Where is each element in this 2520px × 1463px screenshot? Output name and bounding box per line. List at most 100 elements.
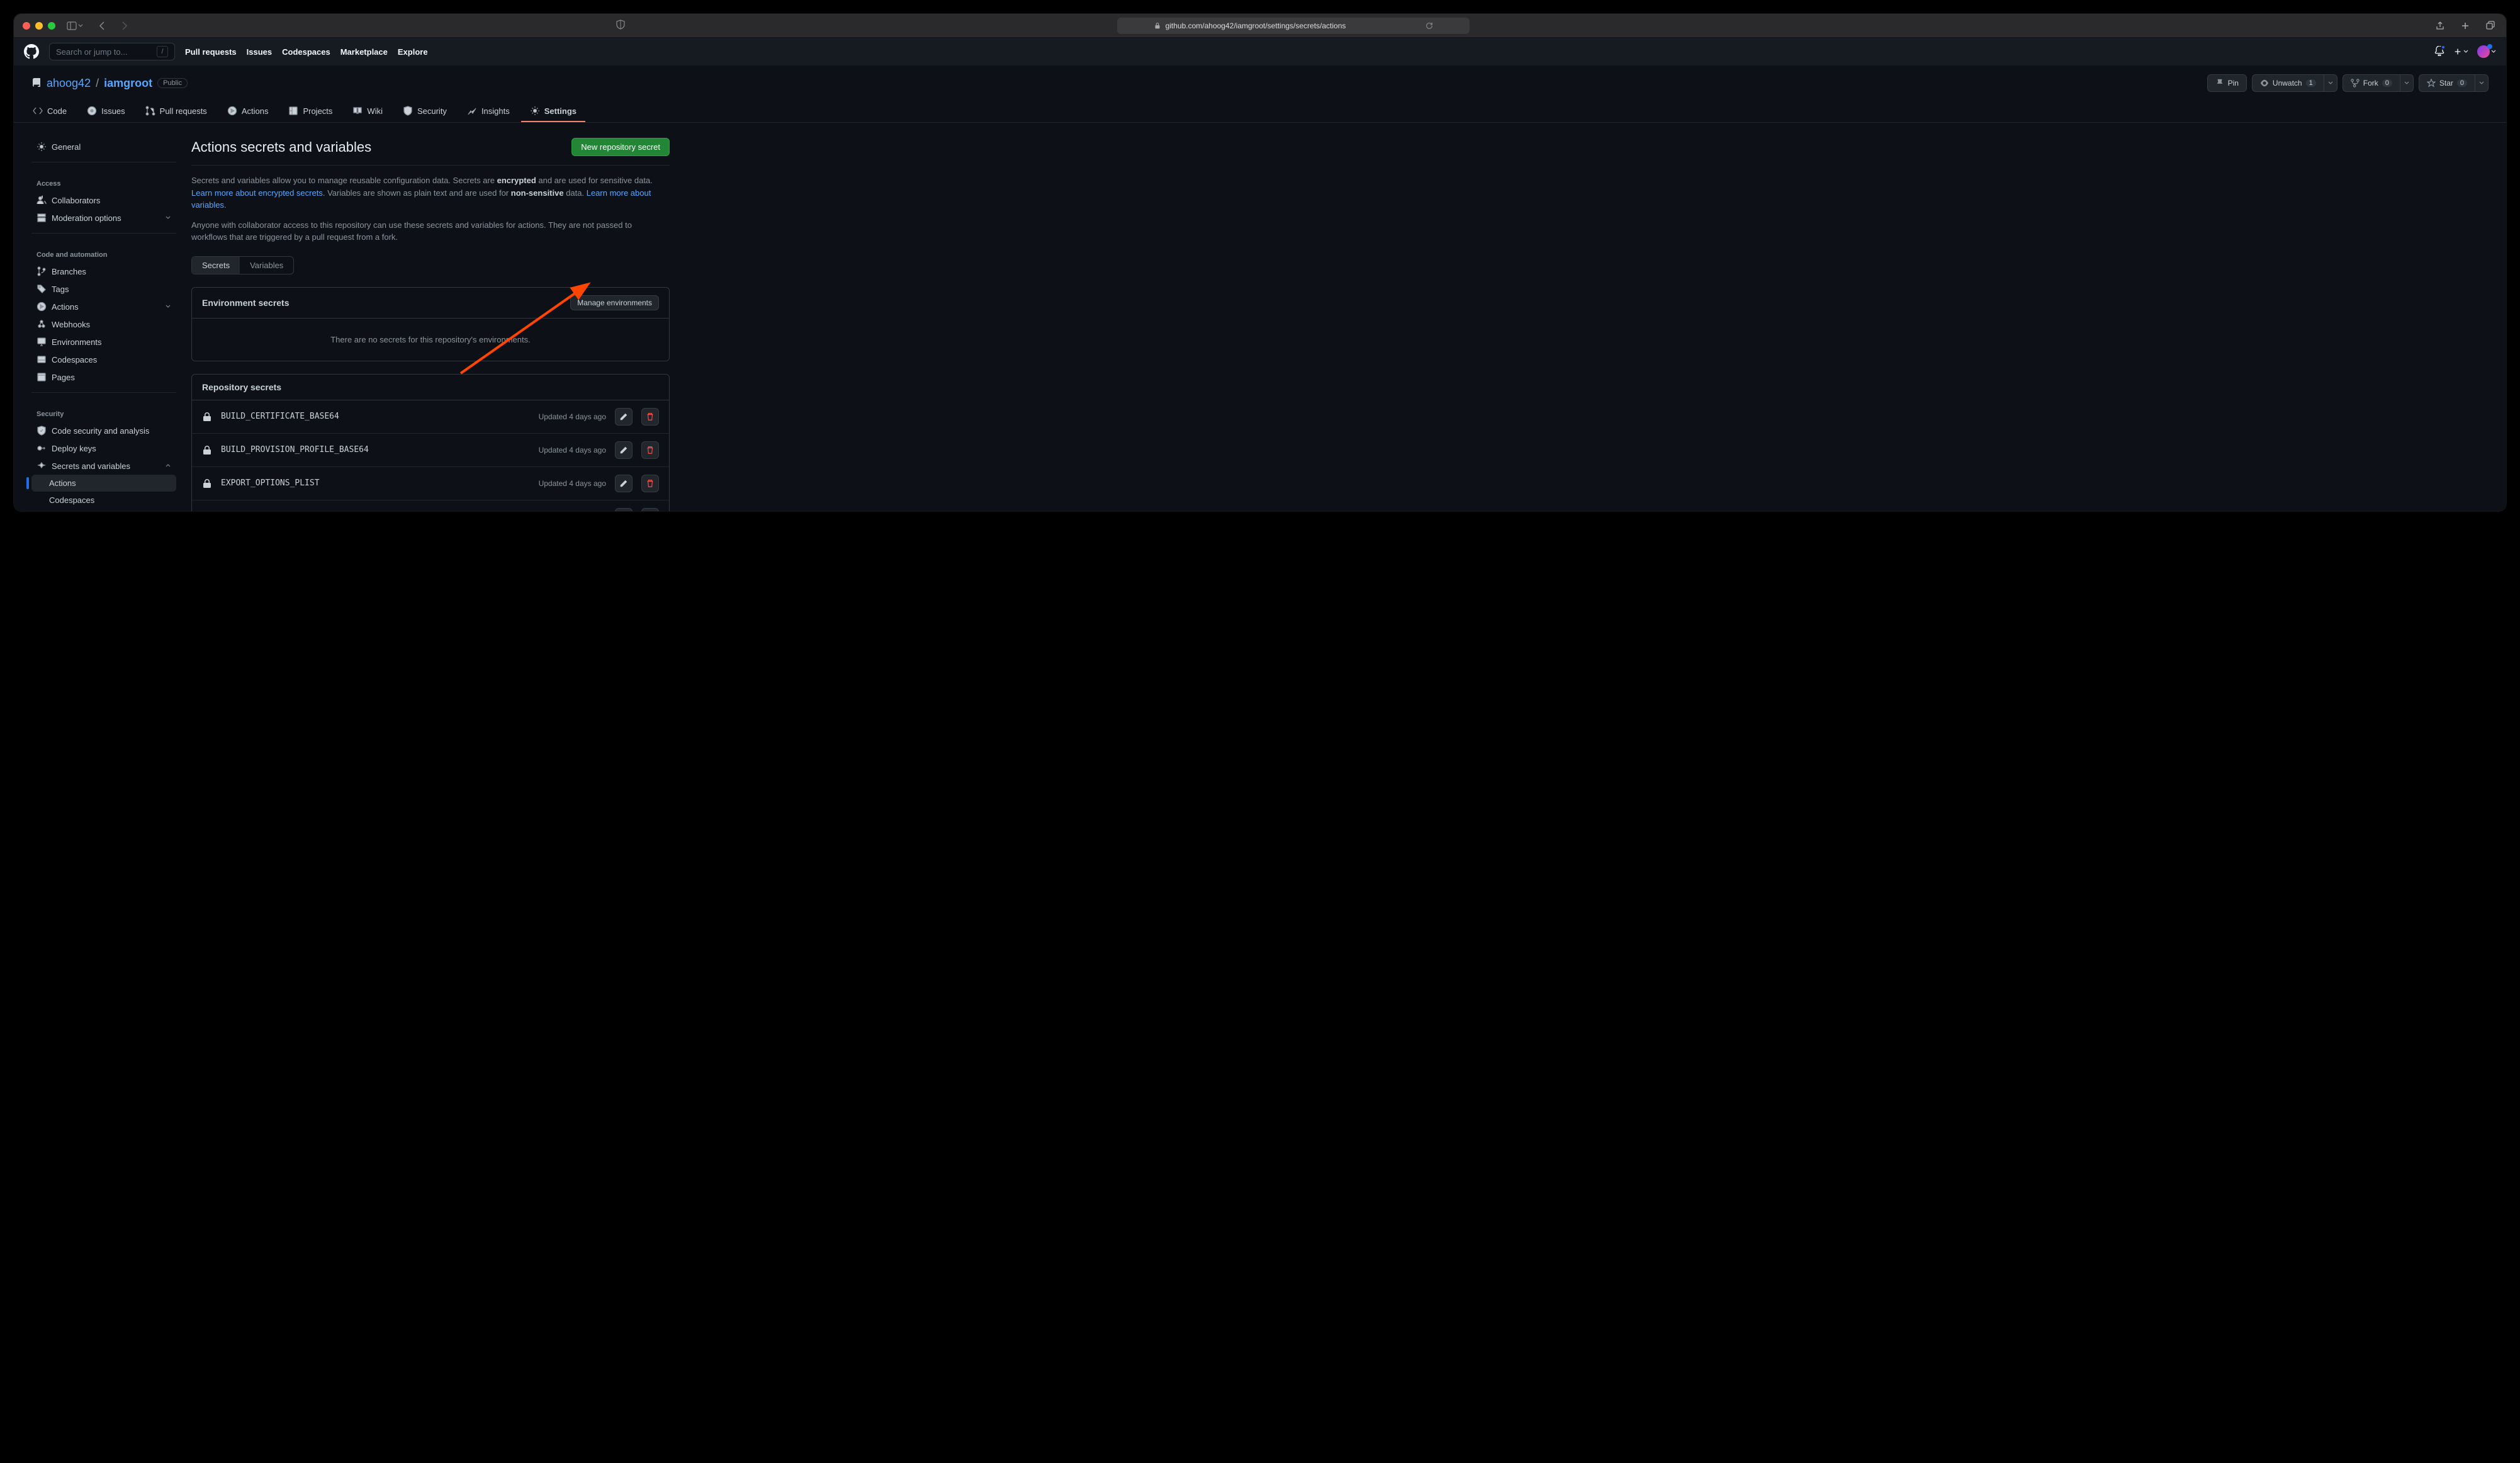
page-title: Actions secrets and variables bbox=[191, 139, 371, 155]
tab-variables[interactable]: Variables bbox=[240, 257, 293, 274]
intro-paragraph-1: Secrets and variables allow you to manag… bbox=[191, 174, 670, 212]
delete-secret-button[interactable] bbox=[641, 475, 659, 492]
lock-icon bbox=[202, 412, 212, 422]
tab-settings[interactable]: Settings bbox=[521, 101, 585, 122]
edit-secret-button[interactable] bbox=[615, 441, 633, 459]
tab-projects[interactable]: Projects bbox=[279, 101, 341, 122]
browser-window: github.com/ahoog42/iamgroot/settings/sec… bbox=[14, 14, 2506, 511]
sidebar-sv-dependabot[interactable]: Dependabot bbox=[31, 509, 176, 511]
nav-explore[interactable]: Explore bbox=[398, 47, 428, 57]
repo-tabs: Code Issues Pull requests Actions Projec… bbox=[14, 98, 2506, 123]
privacy-shield-icon[interactable] bbox=[616, 20, 626, 31]
sidebar-tags[interactable]: Tags bbox=[31, 280, 176, 298]
watch-menu[interactable] bbox=[2324, 74, 2337, 92]
edit-secret-button[interactable] bbox=[615, 508, 633, 512]
minimize-window[interactable] bbox=[35, 22, 43, 30]
sidebar-moderation[interactable]: Moderation options bbox=[31, 209, 176, 227]
new-tab-icon[interactable] bbox=[2458, 19, 2472, 33]
sidebar-actions[interactable]: Actions bbox=[31, 298, 176, 315]
sidebar-toggle[interactable] bbox=[67, 21, 83, 31]
star-button[interactable]: Star0 bbox=[2419, 74, 2475, 92]
traffic-lights bbox=[23, 22, 55, 30]
pin-button[interactable]: Pin bbox=[2207, 74, 2247, 92]
sidebar-heading-security: Security bbox=[31, 399, 176, 422]
fork-menu[interactable] bbox=[2400, 74, 2414, 92]
new-repository-secret-button[interactable]: New repository secret bbox=[571, 138, 670, 156]
tab-wiki[interactable]: Wiki bbox=[344, 101, 391, 122]
repo-header: ahoog42 / iamgroot Public Pin Unwatch1 F… bbox=[14, 65, 2506, 92]
main-content: Actions secrets and variables New reposi… bbox=[191, 138, 670, 511]
tab-issues[interactable]: Issues bbox=[78, 101, 134, 122]
create-menu[interactable] bbox=[2453, 47, 2468, 56]
sidebar-webhooks[interactable]: Webhooks bbox=[31, 315, 176, 333]
github-header: Search or jump to... / Pull requests Iss… bbox=[14, 38, 2506, 65]
sidebar-sv-codespaces[interactable]: Codespaces bbox=[31, 492, 176, 509]
sidebar-secrets-variables[interactable]: Secrets and variables bbox=[31, 457, 176, 475]
settings-sidebar: General Access Collaborators Moderation … bbox=[31, 138, 176, 511]
edit-secret-button[interactable] bbox=[615, 475, 633, 492]
tab-pull-requests[interactable]: Pull requests bbox=[137, 101, 216, 122]
learn-secrets-link[interactable]: Learn more about encrypted secrets bbox=[191, 188, 323, 198]
tab-actions[interactable]: Actions bbox=[218, 101, 278, 122]
close-window[interactable] bbox=[23, 22, 30, 30]
user-menu[interactable] bbox=[2477, 45, 2496, 58]
sidebar-codespaces[interactable]: Codespaces bbox=[31, 351, 176, 368]
repo-name-link[interactable]: iamgroot bbox=[104, 77, 152, 90]
tab-security[interactable]: Security bbox=[394, 101, 456, 122]
intro-paragraph-2: Anyone with collaborator access to this … bbox=[191, 219, 670, 244]
secret-name: BUILD_CERTIFICATE_BASE64 bbox=[221, 412, 530, 421]
search-placeholder: Search or jump to... bbox=[56, 47, 127, 57]
forward-button[interactable] bbox=[117, 19, 131, 33]
back-button[interactable] bbox=[96, 19, 110, 33]
secret-updated-time: Updated 4 days ago bbox=[539, 479, 606, 488]
lock-icon bbox=[202, 445, 212, 455]
repository-secrets-heading: Repository secrets bbox=[202, 382, 281, 392]
maximize-window[interactable] bbox=[48, 22, 55, 30]
sidebar-collaborators[interactable]: Collaborators bbox=[31, 191, 176, 209]
github-logo-icon[interactable] bbox=[24, 44, 39, 59]
avatar bbox=[2477, 45, 2490, 58]
delete-secret-button[interactable] bbox=[641, 508, 659, 512]
tab-insights[interactable]: Insights bbox=[458, 101, 519, 122]
nav-codespaces[interactable]: Codespaces bbox=[282, 47, 330, 57]
environment-secrets-heading: Environment secrets bbox=[202, 298, 290, 308]
lock-icon bbox=[202, 478, 212, 489]
manage-environments-button[interactable]: Manage environments bbox=[570, 295, 659, 310]
tab-secrets[interactable]: Secrets bbox=[192, 257, 240, 274]
search-input[interactable]: Search or jump to... / bbox=[49, 43, 175, 60]
edit-secret-button[interactable] bbox=[615, 408, 633, 426]
nav-marketplace[interactable]: Marketplace bbox=[340, 47, 388, 57]
tab-code[interactable]: Code bbox=[24, 101, 76, 122]
secret-name: BUILD_PROVISION_PROFILE_BASE64 bbox=[221, 445, 530, 455]
secret-row: BUILD_CERTIFICATE_BASE64 Updated 4 days … bbox=[192, 400, 669, 434]
sidebar-pages[interactable]: Pages bbox=[31, 368, 176, 386]
secret-row: EXPORT_OPTIONS_PLIST Updated 4 days ago bbox=[192, 467, 669, 500]
url-bar[interactable]: github.com/ahoog42/iamgroot/settings/sec… bbox=[1117, 18, 1470, 34]
delete-secret-button[interactable] bbox=[641, 441, 659, 459]
repository-secrets-panel: Repository secrets BUILD_CERTIFICATE_BAS… bbox=[191, 374, 670, 512]
repo-owner-link[interactable]: ahoog42 bbox=[47, 77, 91, 90]
sidebar-heading-code: Code and automation bbox=[31, 240, 176, 263]
nav-pull-requests[interactable]: Pull requests bbox=[185, 47, 237, 57]
secrets-variables-tabs: Secrets Variables bbox=[191, 256, 294, 274]
secret-name: EXPORT_OPTIONS_PLIST bbox=[221, 478, 530, 488]
star-menu[interactable] bbox=[2475, 74, 2489, 92]
environment-empty-text: There are no secrets for this repository… bbox=[192, 319, 669, 361]
primary-nav: Pull requests Issues Codespaces Marketpl… bbox=[185, 47, 428, 57]
visibility-badge: Public bbox=[157, 78, 188, 88]
sidebar-general[interactable]: General bbox=[31, 138, 176, 155]
browser-chrome: github.com/ahoog42/iamgroot/settings/sec… bbox=[14, 14, 2506, 38]
sidebar-code-security[interactable]: Code security and analysis bbox=[31, 422, 176, 439]
watch-button[interactable]: Unwatch1 bbox=[2252, 74, 2324, 92]
delete-secret-button[interactable] bbox=[641, 408, 659, 426]
notifications-icon[interactable] bbox=[2434, 46, 2444, 58]
nav-issues[interactable]: Issues bbox=[247, 47, 272, 57]
share-icon[interactable] bbox=[2433, 19, 2447, 33]
tabs-icon[interactable] bbox=[2483, 19, 2497, 33]
sidebar-branches[interactable]: Branches bbox=[31, 263, 176, 280]
sidebar-environments[interactable]: Environments bbox=[31, 333, 176, 351]
sidebar-deploy-keys[interactable]: Deploy keys bbox=[31, 439, 176, 457]
sidebar-sv-actions[interactable]: Actions bbox=[31, 475, 176, 492]
fork-button[interactable]: Fork0 bbox=[2343, 74, 2400, 92]
url-text: github.com/ahoog42/iamgroot/settings/sec… bbox=[1166, 21, 1346, 30]
